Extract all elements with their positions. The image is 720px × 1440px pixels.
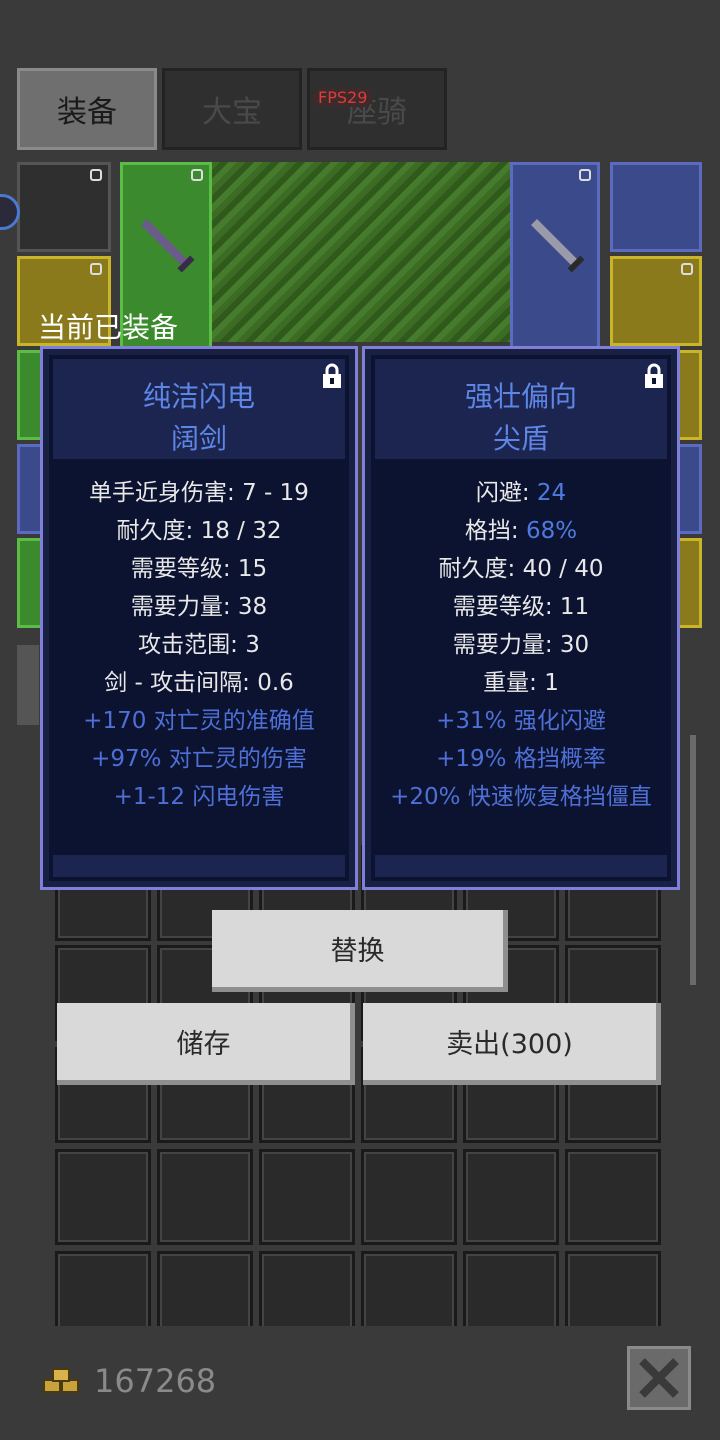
store-button[interactable]: 储存 xyxy=(57,1003,355,1085)
item-stat-value: 24 xyxy=(536,480,567,506)
tab-treasure-label: 大宝 xyxy=(202,95,262,130)
item-stat: 需要等级: 11 xyxy=(365,587,677,621)
replace-button[interactable]: 替换 xyxy=(212,910,508,992)
inventory-slot[interactable] xyxy=(55,1149,151,1245)
item-stat: 重量: 1 xyxy=(365,663,677,697)
replace-button-label: 替换 xyxy=(330,936,385,967)
popup-title: 当前已装备 xyxy=(38,311,179,344)
inventory-slot[interactable] xyxy=(565,1149,661,1245)
item-card-right: 强壮偏向 尖盾 闪避: 24 格挡: 68% 耐久度: 40 / 40 需要等级: 1… xyxy=(362,346,680,890)
item-stat: 耐久度: 18 / 32 xyxy=(116,518,282,544)
gold-amount: 167268 xyxy=(94,1362,217,1400)
item-name-line1: 强壮偏向 xyxy=(464,380,577,413)
lock-icon[interactable] xyxy=(643,363,665,389)
sword-icon xyxy=(531,219,585,273)
item-stat: 格挡: 68% xyxy=(365,511,677,545)
inventory-slot[interactable] xyxy=(361,1149,457,1245)
item-mod: +19% 格挡概率 xyxy=(436,746,606,772)
item-stat: 需要力量: 30 xyxy=(365,625,677,659)
item-mod: +97% 对亡灵的伤害 xyxy=(91,746,307,772)
item-stat-label: 需要等级: 11 xyxy=(452,594,590,620)
close-icon xyxy=(639,1358,679,1398)
item-stat: 攻击范围: 3 xyxy=(138,632,260,658)
tab-treasure[interactable]: 大宝 xyxy=(162,68,302,150)
item-stat: 需要等级: 15 xyxy=(130,556,268,582)
item-mod: +170 对亡灵的准确值 xyxy=(83,708,315,734)
fps-counter: FPS29 xyxy=(312,88,374,107)
item-stat: 耐久度: 40 / 40 xyxy=(365,549,677,583)
sell-button[interactable]: 卖出(300) xyxy=(363,1003,661,1085)
item-stat-label: 重量: 1 xyxy=(483,670,559,696)
tab-equipment-label: 装备 xyxy=(57,95,117,130)
item-stat-label: 需要力量: 30 xyxy=(452,632,590,658)
inventory-scrollbar[interactable] xyxy=(690,735,696,985)
item-stat: 闪避: 24 xyxy=(365,473,677,507)
item-footer xyxy=(53,855,345,877)
lock-icon xyxy=(681,263,693,275)
item-mod: +1-12 闪电伤害 xyxy=(113,784,285,810)
lock-icon xyxy=(579,169,591,181)
tab-mount[interactable]: 座骑 xyxy=(307,68,447,150)
item-mod: +20% 快速恢复格挡僵直 xyxy=(390,784,652,810)
item-stat-label: 格挡: xyxy=(464,518,526,544)
inventory-tab[interactable] xyxy=(17,645,39,725)
inventory-slot[interactable] xyxy=(157,1149,253,1245)
item-name-line2: 阔剑 xyxy=(170,422,227,455)
sword-icon xyxy=(141,219,195,273)
item-stat: 剑 - 攻击间隔: 0.6 xyxy=(104,670,294,696)
item-card-left: 纯洁闪电 阔剑 单手近身伤害: 7 - 19 耐久度: 18 / 32 需要等级: … xyxy=(40,346,358,890)
item-name-line1: 纯洁闪电 xyxy=(142,380,255,413)
character-preview xyxy=(212,162,512,342)
lock-icon xyxy=(90,169,102,181)
item-stat-value: 68% xyxy=(525,518,578,544)
store-button-label: 储存 xyxy=(176,1029,231,1060)
tab-equipment[interactable]: 装备 xyxy=(17,68,157,150)
item-stat: 需要力量: 38 xyxy=(130,594,268,620)
item-stat-label: 耐久度: 40 / 40 xyxy=(438,556,604,582)
equip-slot-offhand[interactable] xyxy=(510,162,600,352)
lock-icon xyxy=(90,263,102,275)
inventory-slot[interactable] xyxy=(259,1149,355,1245)
lock-icon[interactable] xyxy=(321,363,343,389)
inventory-slot[interactable] xyxy=(463,1149,559,1245)
equip-slot-amulet[interactable] xyxy=(610,162,702,252)
item-name-line2: 尖盾 xyxy=(492,422,549,455)
lock-icon xyxy=(191,169,203,181)
equip-slot-helmet[interactable] xyxy=(17,162,111,252)
item-footer xyxy=(375,855,667,877)
close-button[interactable] xyxy=(627,1346,691,1410)
item-mod: +31% 强化闪避 xyxy=(436,708,606,734)
item-stat-label: 闪避: xyxy=(475,480,537,506)
item-stat: 单手近身伤害: 7 - 19 xyxy=(89,480,309,506)
gold-coins-icon xyxy=(43,1368,79,1393)
equip-slot-ring[interactable] xyxy=(610,256,702,346)
sell-button-label: 卖出(300) xyxy=(446,1029,573,1060)
